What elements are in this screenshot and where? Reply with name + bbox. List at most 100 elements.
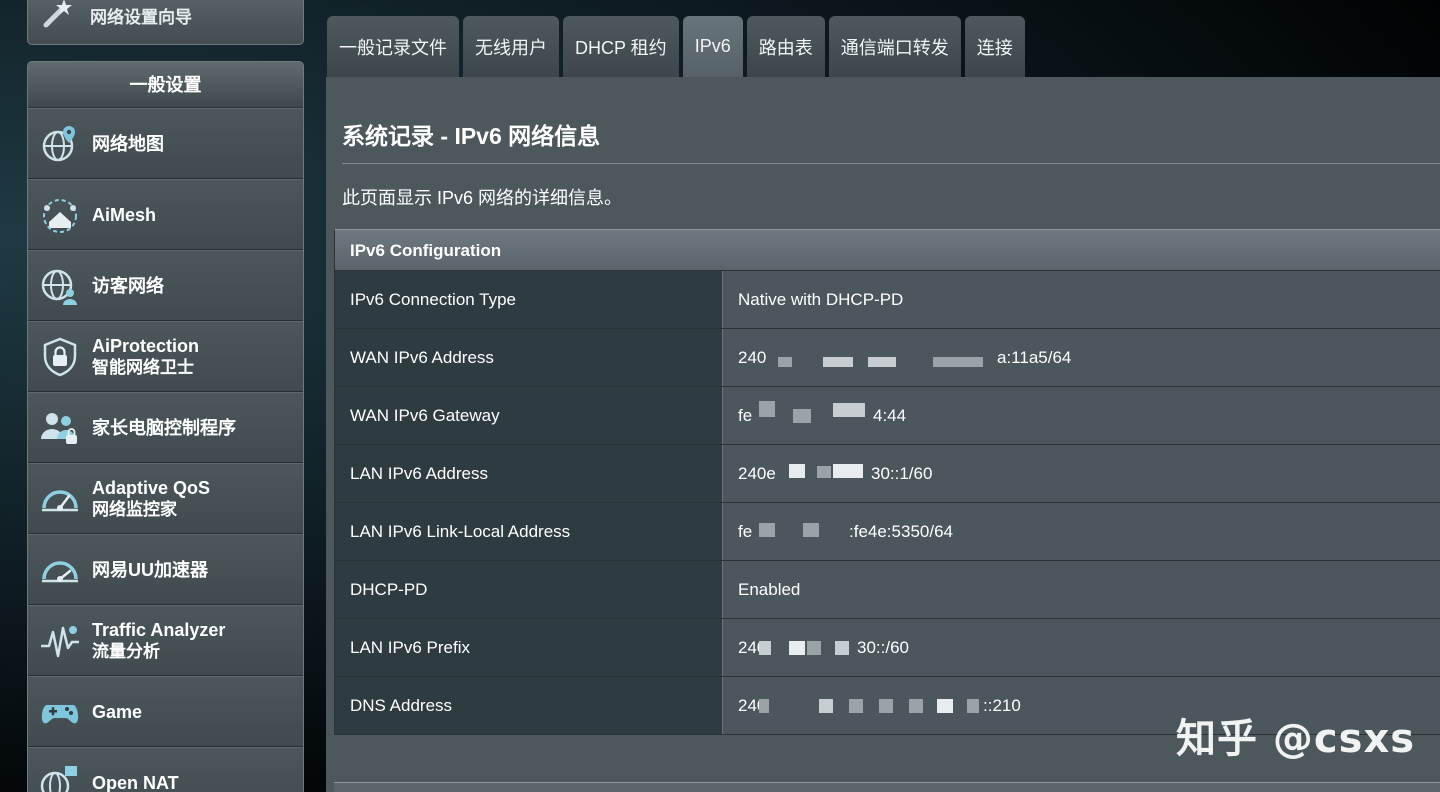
main-panel: 系统记录 - IPv6 网络信息 此页面显示 IPv6 网络的详细信息。 IPv… [326, 77, 1440, 792]
redaction-mask [817, 466, 831, 478]
value-suffix: 30::/60 [857, 637, 909, 657]
redaction-mask [879, 699, 893, 713]
redaction-mask [789, 464, 805, 478]
redaction-mask [793, 409, 811, 423]
row-value: Native with DHCP-PD [723, 271, 1440, 328]
redaction-mask [933, 357, 983, 367]
value-text: Enabled [738, 579, 801, 599]
tab-wireless-clients[interactable]: 无线用户 [463, 16, 559, 77]
sidebar-item-parental-control[interactable]: 家长电脑控制程序 [28, 392, 303, 463]
sidebar-item-label: AiMesh [92, 204, 157, 225]
redaction-mask [789, 641, 805, 655]
sidebar-item-label: AiProtection [92, 335, 200, 356]
sidebar-item-sublabel: 智能网络卫士 [92, 357, 194, 377]
value-suffix: 4:44 [873, 405, 907, 425]
sidebar-item-label: Adaptive QoS [92, 477, 211, 498]
traffic-analyzer-icon [38, 619, 82, 663]
tab-general-log[interactable]: 一般记录文件 [327, 16, 459, 77]
gamepad-icon [38, 690, 82, 734]
sidebar-item-label: Traffic Analyzer [92, 619, 226, 640]
row-label: IPv6 Connection Type [335, 271, 723, 328]
value-prefix: fe [738, 521, 753, 541]
row-label: WAN IPv6 Gateway [335, 387, 723, 444]
watermark: 知乎 @csxs [1176, 716, 1416, 762]
table-row: LAN IPv6 Address 240e 30::1/60 [335, 445, 1440, 503]
sidebar-item-label: Game [92, 701, 143, 722]
value-suffix: :fe4e:5350/64 [849, 521, 953, 541]
sidebar-item-sublabel: 网络监控家 [92, 499, 177, 519]
value-prefix: fe [738, 405, 753, 425]
row-value: Enabled [723, 561, 1440, 618]
aimesh-icon [38, 193, 82, 237]
parental-control-icon [38, 406, 82, 450]
sidebar-item-adaptive-qos[interactable]: Adaptive QoS 网络监控家 [28, 463, 303, 534]
redaction-mask [803, 523, 819, 537]
value-prefix: 240 [738, 347, 767, 367]
row-label: DNS Address [335, 677, 723, 734]
redaction-mask [833, 403, 865, 417]
sidebar-item-traffic-analyzer[interactable]: Traffic Analyzer 流量分析 [28, 605, 303, 676]
row-value: fe 4:44 [723, 387, 1440, 444]
redaction-mask [937, 699, 953, 713]
gauge-icon [38, 477, 82, 521]
sidebar-item-uu-accelerator[interactable]: 网易UU加速器 [28, 534, 303, 605]
redaction-mask [849, 699, 863, 713]
sidebar-item-label: 网易UU加速器 [92, 559, 208, 580]
tab-connections[interactable]: 连接 [964, 16, 1025, 77]
tab-bar: 一般记录文件 无线用户 DHCP 租约 IPv6 路由表 通信端口转发 连接 [327, 16, 1025, 77]
row-value: fe :fe4e:5350/64 [723, 503, 1440, 560]
redaction-mask [868, 357, 896, 367]
table-row: IPv6 Connection Type Native with DHCP-PD [335, 271, 1440, 329]
sidebar-header: 一般设置 [28, 62, 303, 108]
sidebar-item-label: 访客网络 [92, 275, 164, 296]
sidebar-item-open-nat[interactable]: Open NAT [28, 747, 303, 792]
redaction-mask [778, 357, 792, 367]
redaction-mask [835, 641, 849, 655]
sidebar-item-game[interactable]: Game [28, 676, 303, 747]
ipv6-config-table: IPv6 Configuration IPv6 Connection Type … [334, 229, 1440, 735]
redaction-mask [759, 523, 775, 537]
shield-lock-icon [38, 335, 82, 379]
redaction-mask [759, 699, 769, 713]
sidebar-item-label: Open NAT [92, 772, 179, 792]
table-row: LAN IPv6 Link-Local Address fe :fe4e:535… [335, 503, 1440, 561]
tab-port-forwarding[interactable]: 通信端口转发 [828, 16, 961, 77]
tab-routing-table[interactable]: 路由表 [746, 16, 825, 77]
network-wizard-button[interactable]: 网络设置向导 [27, 0, 304, 45]
redaction-mask [807, 641, 821, 655]
table-row: WAN IPv6 Gateway fe 4:44 [335, 387, 1440, 445]
globe-pin-icon [38, 122, 82, 166]
table-row: WAN IPv6 Address 240 a:11a5/64 [335, 329, 1440, 387]
sidebar-item-network-map[interactable]: 网络地图 [28, 108, 303, 179]
row-label: LAN IPv6 Link-Local Address [335, 503, 723, 560]
page-description: 此页面显示 IPv6 网络的详细信息。 [342, 188, 623, 208]
value-text: Native with DHCP-PD [738, 289, 904, 309]
page-title: 系统记录 - IPv6 网络信息 [342, 123, 601, 149]
tab-dhcp-leases[interactable]: DHCP 租约 [563, 16, 679, 77]
sidebar-item-aimesh[interactable]: AiMesh [28, 179, 303, 250]
row-value: 240e 30::1/60 [723, 445, 1440, 502]
value-prefix: 240e [738, 463, 776, 483]
sidebar-item-label: 家长电脑控制程序 [92, 417, 236, 438]
sidebar-item-sublabel: 流量分析 [92, 641, 160, 661]
row-value: 240 30::/60 [723, 619, 1440, 676]
row-label: LAN IPv6 Address [335, 445, 723, 502]
value-suffix: ::210 [983, 695, 1021, 715]
title-divider [342, 163, 1440, 164]
tab-ipv6[interactable]: IPv6 [682, 16, 743, 77]
redaction-mask [967, 699, 979, 713]
wizard-icon [38, 0, 78, 38]
speedometer-icon [38, 548, 82, 592]
sidebar-item-guest-network[interactable]: 访客网络 [28, 250, 303, 321]
value-suffix: a:11a5/64 [997, 347, 1072, 367]
redaction-mask [833, 464, 863, 478]
sidebar-item-aiprotection[interactable]: AiProtection 智能网络卫士 [28, 321, 303, 392]
network-wizard-label: 网络设置向导 [90, 8, 192, 27]
sidebar-general-settings: 一般设置 网络地图 AiMesh 访客网络 AiProtection 智能网络卫… [27, 61, 304, 792]
row-value: 240 a:11a5/64 [723, 329, 1440, 386]
row-label: LAN IPv6 Prefix [335, 619, 723, 676]
redaction-mask [909, 699, 923, 713]
redaction-mask [759, 401, 775, 417]
table-header: IPv6 Configuration [335, 230, 1440, 271]
value-suffix: 30::1/60 [871, 463, 933, 483]
